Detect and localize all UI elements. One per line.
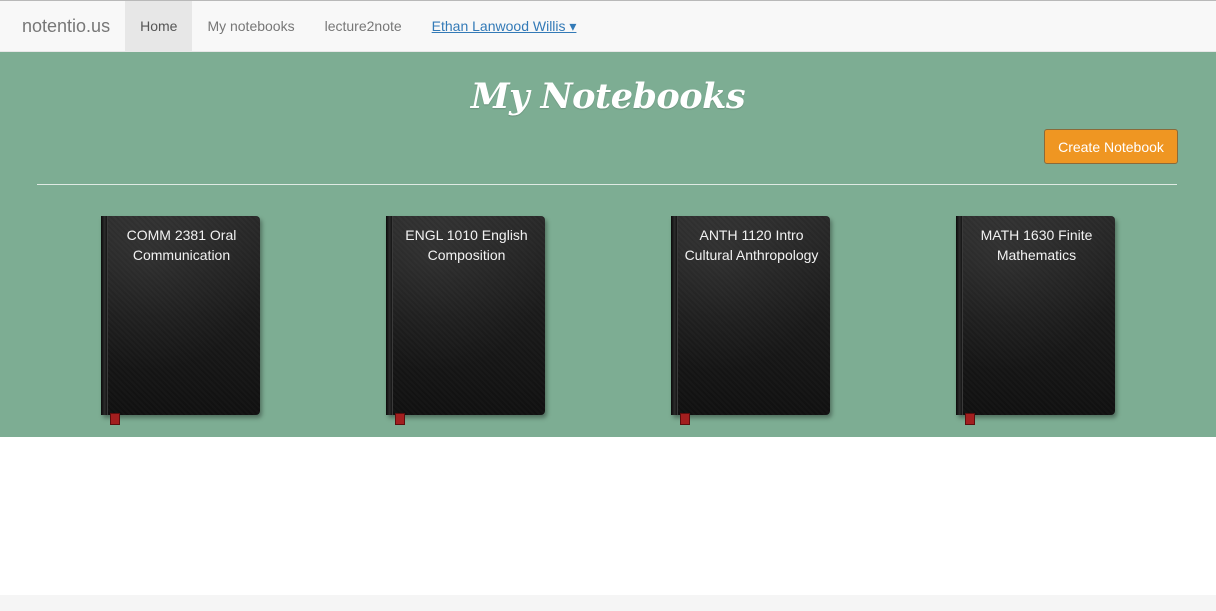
notebook-card[interactable]: ENGL 1010 English Composition [386, 216, 545, 425]
notebook-spine [671, 216, 678, 415]
notebook-title: COMM 2381 Oral Communication [126, 227, 237, 263]
notebook-card[interactable]: COMM 2381 Oral Communication [101, 216, 260, 425]
user-menu-dropdown[interactable]: Ethan Lanwood Willis ▾ [417, 1, 592, 51]
notebook-title: ANTH 1120 Intro Cultural Anthropology [684, 227, 819, 263]
nav-item-home[interactable]: Home [125, 1, 193, 51]
notebook-spine [956, 216, 963, 415]
notebook-title: MATH 1630 Finite Mathematics [980, 227, 1093, 263]
notebooks-hero: My Notebooks Create Notebook COMM 2381 O… [0, 52, 1216, 437]
divider [37, 184, 1177, 185]
notebook-spine [101, 216, 108, 415]
navbar: notentio.us Home My notebooks lecture2no… [0, 0, 1216, 52]
footer-strip [0, 595, 1216, 611]
bookmark-ribbon-icon [110, 413, 120, 425]
create-notebook-button[interactable]: Create Notebook [1044, 129, 1178, 164]
notebook-card[interactable]: MATH 1630 Finite Mathematics [956, 216, 1115, 425]
brand-link[interactable]: notentio.us [0, 1, 125, 51]
page-title: My Notebooks [470, 76, 746, 117]
nav-item-my-notebooks[interactable]: My notebooks [192, 1, 309, 51]
bookmark-ribbon-icon [395, 413, 405, 425]
notebook-title: ENGL 1010 English Composition [405, 227, 528, 263]
bookmark-ribbon-icon [680, 413, 690, 425]
notebook-card[interactable]: ANTH 1120 Intro Cultural Anthropology [671, 216, 830, 425]
bookmark-ribbon-icon [965, 413, 975, 425]
notebook-spine [386, 216, 393, 415]
nav-item-lecture2note[interactable]: lecture2note [310, 1, 417, 51]
